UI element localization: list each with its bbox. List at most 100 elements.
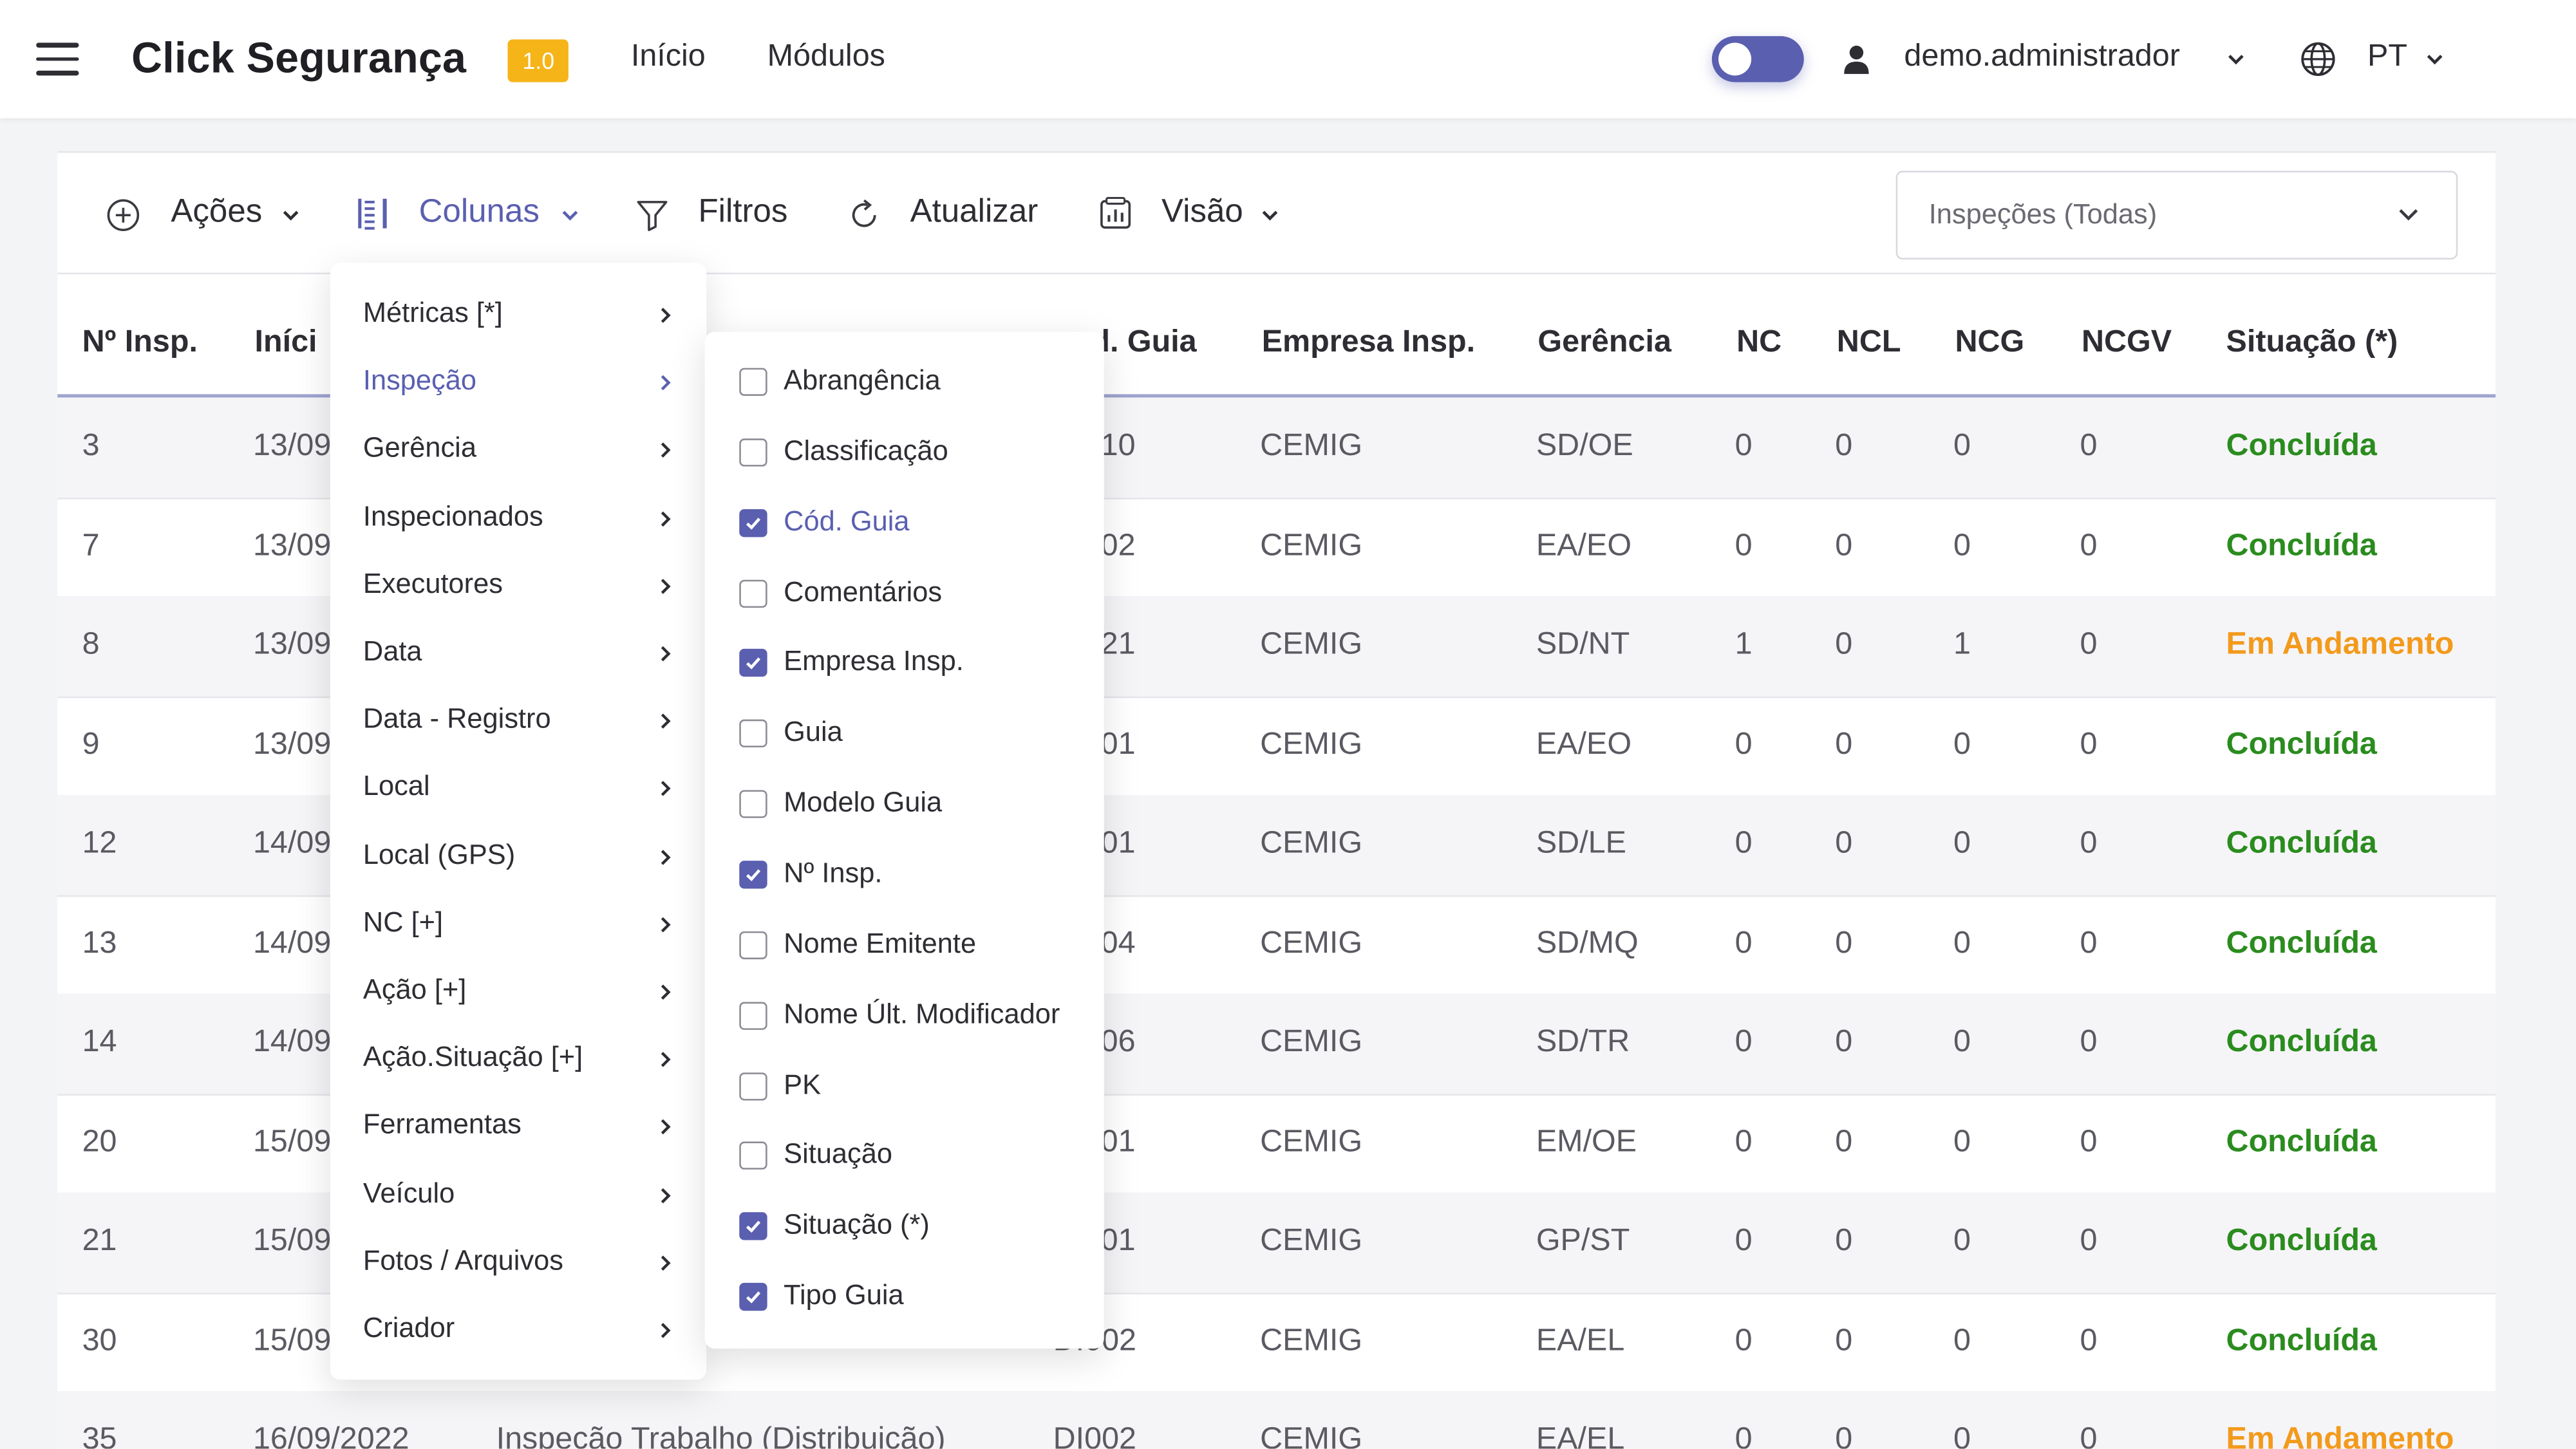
columns-button[interactable]: Colunas — [419, 194, 540, 232]
chart-view-icon[interactable] — [1098, 196, 1134, 232]
menu-category-item[interactable]: Data - Registro — [363, 704, 551, 736]
column-option-label[interactable]: Abrangência — [784, 364, 941, 397]
column-header-cod-guia[interactable]: d. Guia — [1091, 325, 1196, 361]
column-option-label[interactable]: Classificação — [784, 435, 948, 468]
menu-category-item[interactable]: Gerência — [363, 433, 476, 465]
check-icon — [746, 517, 761, 530]
chevron-down-icon[interactable] — [2226, 53, 2246, 66]
checkbox[interactable] — [739, 720, 767, 748]
menu-category-item[interactable]: Fotos / Arquivos — [363, 1245, 563, 1278]
chevron-down-icon[interactable] — [1260, 209, 1280, 221]
menu-category-item[interactable]: Executores — [363, 568, 503, 601]
user-menu[interactable]: demo.administrador — [1904, 39, 2179, 75]
menu-category-item[interactable]: NC [+] — [363, 906, 443, 939]
column-option-label[interactable]: Cód. Guia — [784, 505, 909, 538]
checkbox[interactable] — [739, 1071, 767, 1100]
cell-num: 3 — [82, 428, 100, 463]
cell-gerencia: SD/OE — [1536, 428, 1633, 463]
column-header-ncl[interactable]: NCL — [1837, 325, 1901, 361]
column-header-nc[interactable]: NC — [1736, 325, 1782, 361]
column-option-label[interactable]: Situação (*) — [784, 1210, 930, 1242]
menu-category-item[interactable]: Métricas [*] — [363, 297, 503, 330]
checkbox[interactable] — [739, 368, 767, 396]
checkbox[interactable] — [739, 931, 767, 959]
cell-ncgv: 0 — [2080, 1422, 2098, 1449]
columns-icon[interactable] — [355, 196, 391, 232]
checkbox[interactable] — [739, 579, 767, 607]
nav-modulos[interactable]: Módulos — [767, 39, 885, 75]
menu-category-item[interactable]: Inspeção — [363, 365, 476, 398]
menu-category-item[interactable]: Criador — [363, 1313, 455, 1345]
status-label: Concluída — [2226, 1224, 2377, 1258]
chevron-down-icon[interactable] — [2425, 53, 2445, 66]
status-label: Concluída — [2226, 1025, 2377, 1060]
cell-ncgv: 0 — [2080, 1323, 2098, 1358]
cell-nc: 0 — [1735, 528, 1753, 563]
column-header-ncg[interactable]: NCG — [1955, 325, 2025, 361]
plus-circle-icon[interactable] — [105, 197, 141, 233]
cell-ncl: 0 — [1835, 1224, 1853, 1258]
filters-button[interactable]: Filtros — [698, 194, 787, 232]
checkbox-checked[interactable] — [739, 509, 767, 537]
cell-ncl: 0 — [1835, 925, 1853, 960]
cell-num: 30 — [82, 1323, 117, 1358]
checkbox[interactable] — [739, 1001, 767, 1029]
column-option-label[interactable]: Empresa Insp. — [784, 646, 964, 679]
view-select[interactable]: Inspeções (Todas) — [1895, 171, 2458, 260]
column-header-gerencia[interactable]: Gerência — [1537, 325, 1671, 361]
menu-category-item[interactable]: Ação [+] — [363, 974, 466, 1007]
menu-category-item[interactable]: Ação.Situação [+] — [363, 1042, 583, 1074]
column-option-label[interactable]: PK — [784, 1069, 821, 1101]
language-selector[interactable]: PT — [2367, 39, 2407, 75]
column-option-label[interactable]: Nome Últ. Modificador — [784, 998, 1060, 1031]
version-badge: 1.0 — [507, 39, 570, 82]
status-label: Em Andamento — [2226, 1422, 2454, 1449]
column-header-inicio[interactable]: Iníci — [255, 325, 317, 361]
chevron-right-icon — [661, 849, 671, 865]
view-button[interactable]: Visão — [1161, 194, 1243, 232]
cell-nc: 0 — [1735, 727, 1753, 762]
table-row[interactable]: 35 16/09/2022 Inspeção Trabalho (Distribui… — [57, 1391, 2496, 1449]
menu-category-item[interactable]: Veículo — [363, 1177, 455, 1210]
menu-category-item[interactable]: Ferramentas — [363, 1109, 522, 1142]
checkbox[interactable] — [739, 438, 767, 467]
actions-button[interactable]: Ações — [171, 194, 262, 232]
cell-ncgv: 0 — [2080, 1224, 2098, 1258]
filter-icon[interactable] — [634, 197, 670, 233]
cell-nc: 0 — [1735, 1323, 1753, 1358]
cell-ncl: 0 — [1835, 826, 1853, 861]
theme-toggle[interactable] — [1711, 36, 1804, 82]
column-header-empresa[interactable]: Empresa Insp. — [1262, 325, 1475, 361]
checkbox[interactable] — [739, 1142, 767, 1170]
column-header-situacao[interactable]: Situação (*) — [2226, 325, 2398, 361]
column-header-ncgv[interactable]: NCGV — [2082, 325, 2172, 361]
checkbox[interactable] — [739, 790, 767, 818]
menu-category-item[interactable]: Data — [363, 636, 422, 669]
chevron-down-icon[interactable] — [560, 209, 580, 221]
cell-ncgv: 0 — [2080, 1124, 2098, 1159]
checkbox-checked[interactable] — [739, 860, 767, 889]
chevron-down-icon[interactable] — [281, 209, 301, 221]
menu-category-item[interactable]: Local — [363, 771, 430, 804]
column-option-label[interactable]: Comentários — [784, 575, 942, 608]
view-select-value: Inspeções (Todas) — [1928, 198, 2158, 230]
refresh-icon[interactable] — [846, 197, 882, 233]
column-header-num[interactable]: Nº Insp. — [82, 325, 198, 361]
cell-inicio: 14/09 — [252, 925, 332, 960]
column-option-label[interactable]: Nº Insp. — [784, 857, 882, 890]
refresh-button[interactable]: Atualizar — [910, 194, 1039, 232]
column-option-label[interactable]: Tipo Guia — [784, 1280, 903, 1313]
checkbox-checked[interactable] — [739, 649, 767, 678]
column-option-label[interactable]: Nome Emitente — [784, 928, 976, 960]
menu-category-item[interactable]: Local (GPS) — [363, 839, 515, 872]
checkbox-checked[interactable] — [739, 1212, 767, 1241]
nav-inicio[interactable]: Início — [631, 39, 706, 75]
menu-category-item[interactable]: Inspecionados — [363, 500, 543, 533]
checkbox-checked[interactable] — [739, 1282, 767, 1311]
cell-inicio: 13/09 — [252, 727, 332, 762]
column-option-label[interactable]: Modelo Guia — [784, 787, 942, 820]
column-option-label[interactable]: Guia — [784, 716, 843, 749]
column-option-label[interactable]: Situação — [784, 1139, 892, 1172]
hamburger-menu-icon[interactable] — [36, 42, 79, 75]
globe-icon[interactable] — [2300, 41, 2336, 77]
